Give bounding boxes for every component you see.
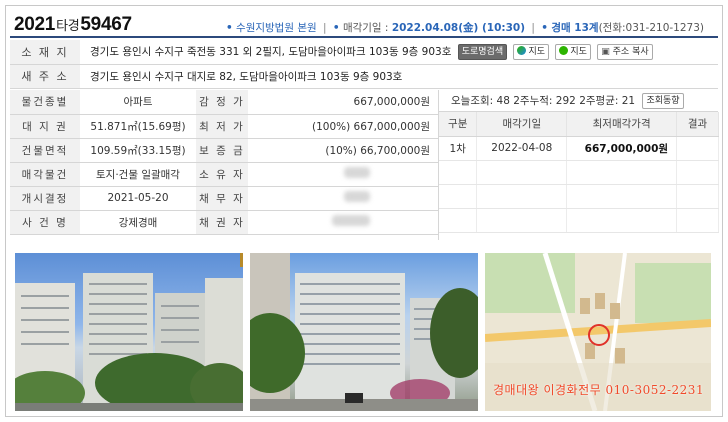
dept-phone: (전화:031-210-1273) bbox=[598, 22, 704, 34]
sale-object-value: 토지·건물 일괄매각 bbox=[80, 162, 196, 187]
avg-count: 21 bbox=[621, 95, 636, 107]
kakao-map-button[interactable]: 지도 bbox=[555, 43, 591, 60]
deposit-value: (10%) 66,700,000원 bbox=[248, 138, 438, 163]
price-cell: 667,000,000원 bbox=[566, 136, 678, 161]
location-map[interactable]: 경매대왕 이경화전무 010-3052-2231 bbox=[485, 253, 711, 411]
info-label: 대 지 권 bbox=[10, 114, 80, 139]
redaction-blur bbox=[332, 215, 370, 226]
info-row: 건물면적 109.59㎡(33.15평) 보 증 금 (10%) 66,700,… bbox=[10, 138, 438, 163]
separator: | bbox=[531, 22, 535, 34]
info-label: 소 유 자 bbox=[196, 162, 248, 187]
court-link[interactable]: 수원지방법원 본원 bbox=[236, 22, 317, 34]
owner-value-redacted bbox=[248, 162, 438, 187]
court-bullet: • bbox=[225, 22, 233, 34]
info-label: 사 건 명 bbox=[10, 210, 80, 235]
today-label: 오늘조회: bbox=[451, 95, 494, 107]
case-meta: • 수원지방법원 본원 | • 매각기일 : 2022.04.08(金) (10… bbox=[226, 20, 704, 35]
copy-icon: ▣ bbox=[601, 46, 610, 57]
apartment-photo-2 bbox=[250, 253, 478, 411]
dept-bullet: • bbox=[541, 22, 548, 34]
location-label: 소 재 지 bbox=[10, 40, 80, 65]
land-right-value: 51.871㎡(15.69평) bbox=[80, 114, 196, 139]
info-label: 보 증 금 bbox=[196, 138, 248, 163]
case-number: 2021타경59467 bbox=[14, 14, 132, 36]
info-label: 매각물건 bbox=[10, 162, 80, 187]
copy-label: 주소 복사 bbox=[612, 46, 649, 57]
case-kind: 타경 bbox=[56, 18, 80, 33]
building-area-value: 109.59㎡(33.15평) bbox=[80, 138, 196, 163]
info-label: 건물면적 bbox=[10, 138, 80, 163]
copy-address-button[interactable]: ▣ 주소 복사 bbox=[597, 43, 653, 60]
map-label: 지도 bbox=[528, 46, 546, 57]
photo-apartment-front[interactable] bbox=[15, 253, 243, 411]
photo-apartment-street[interactable] bbox=[250, 253, 478, 411]
info-row: 사 건 명 강제경매 채 권 자 bbox=[10, 210, 438, 235]
location-cell: 경기도 용인시 수지구 죽전동 331 외 2필지, 도담마을아이파크 103동… bbox=[80, 40, 718, 65]
info-row: 개시결정 2021-05-20 채 무 자 bbox=[10, 186, 438, 211]
apartment-photo-1 bbox=[15, 253, 243, 411]
info-label: 채 권 자 bbox=[196, 210, 248, 235]
new-address-row: 새 주 소 경기도 용인시 수지구 대지로 82, 도담마을아이파크 103동 … bbox=[10, 64, 718, 89]
minimum-price-value: (100%) 667,000,000원 bbox=[248, 114, 438, 139]
round-row: 1차 2022-04-08 667,000,000원 bbox=[439, 136, 719, 161]
round-table: 구분 매각기일 최저매각가격 결과 1차 2022-04-08 667,000,… bbox=[439, 112, 719, 233]
dept-link[interactable]: 경매 13계 bbox=[551, 22, 598, 34]
redaction-blur bbox=[344, 191, 370, 202]
sale-date-label: 매각기일 : bbox=[342, 22, 389, 34]
round-col-header: 구분 bbox=[439, 112, 478, 137]
empty-row bbox=[439, 160, 719, 185]
sale-date: 2022.04.08(金) (10:30) bbox=[391, 22, 526, 34]
result-col-header: 결과 bbox=[676, 112, 719, 137]
date-col-header: 매각기일 bbox=[476, 112, 568, 137]
today-count: 48 bbox=[496, 95, 510, 107]
info-label: 개시결정 bbox=[10, 186, 80, 211]
result-cell bbox=[676, 136, 719, 161]
view-stats: 오늘조회: 48 2주누적: 292 2주평균: 21 조회동향 bbox=[439, 90, 718, 112]
info-label: 최 저 가 bbox=[196, 114, 248, 139]
appraisal-value: 667,000,000원 bbox=[248, 90, 438, 115]
separator: | bbox=[323, 22, 327, 34]
start-decision-value: 2021-05-20 bbox=[80, 186, 196, 211]
case-year: 2021 bbox=[14, 14, 56, 35]
round-cell: 1차 bbox=[439, 136, 478, 161]
redaction-blur bbox=[344, 167, 370, 178]
naver-icon bbox=[517, 45, 527, 55]
info-row: 물건종별 아파트 감 정 가 667,000,000원 bbox=[10, 90, 438, 115]
new-address-label: 새 주 소 bbox=[10, 64, 80, 89]
creditor-value-redacted bbox=[248, 210, 438, 235]
empty-row bbox=[439, 184, 719, 209]
map-caption: 경매대왕 이경화전무 010-3052-2231 bbox=[493, 383, 705, 397]
property-info-table: 물건종별 아파트 감 정 가 667,000,000원 대 지 권 51.871… bbox=[10, 90, 438, 235]
info-label: 채 무 자 bbox=[196, 186, 248, 211]
new-address-text: 경기도 용인시 수지구 대지로 82, 도담마을아이파크 103동 9층 903… bbox=[80, 64, 718, 89]
avg-label: 2주평균: bbox=[579, 95, 619, 107]
date-cell: 2022-04-08 bbox=[476, 136, 568, 161]
info-row: 매각물건 토지·건물 일괄매각 소 유 자 bbox=[10, 162, 438, 187]
case-serial: 59467 bbox=[80, 14, 132, 35]
location-row: 소 재 지 경기도 용인시 수지구 죽전동 331 외 2필지, 도담마을아이파… bbox=[10, 40, 718, 65]
view-trend-button[interactable]: 조회동향 bbox=[642, 93, 684, 109]
case-header: 2021타경59467 • 수원지방법원 본원 | • 매각기일 : 2022.… bbox=[10, 12, 718, 38]
empty-row bbox=[439, 208, 719, 233]
map-icon bbox=[559, 45, 569, 55]
weeks2-label: 2주누적: bbox=[513, 95, 553, 107]
date-bullet: • bbox=[332, 22, 340, 34]
info-label: 감 정 가 bbox=[196, 90, 248, 115]
price-col-header: 최저매각가격 bbox=[566, 112, 678, 137]
case-name-value: 강제경매 bbox=[80, 210, 196, 235]
info-label: 물건종별 bbox=[10, 90, 80, 115]
property-type-link[interactable]: 아파트 bbox=[80, 90, 196, 115]
weeks2-count: 292 bbox=[555, 95, 576, 107]
auction-history-panel: 오늘조회: 48 2주누적: 292 2주평균: 21 조회동향 구분 매각기일… bbox=[438, 90, 719, 240]
location-text: 경기도 용인시 수지구 죽전동 331 외 2필지, 도담마을아이파크 103동… bbox=[90, 45, 452, 58]
naver-map-button[interactable]: 지도 bbox=[513, 43, 550, 60]
road-search-button[interactable]: 도로명검색 bbox=[457, 43, 508, 60]
address-table: 소 재 지 경기도 용인시 수지구 죽전동 331 외 2필지, 도담마을아이파… bbox=[10, 40, 718, 89]
info-row: 대 지 권 51.871㎡(15.69평) 최 저 가 (100%) 667,0… bbox=[10, 114, 438, 139]
debtor-value-redacted bbox=[248, 186, 438, 211]
round-header-row: 구분 매각기일 최저매각가격 결과 bbox=[439, 112, 719, 137]
map-label: 지도 bbox=[570, 46, 587, 57]
